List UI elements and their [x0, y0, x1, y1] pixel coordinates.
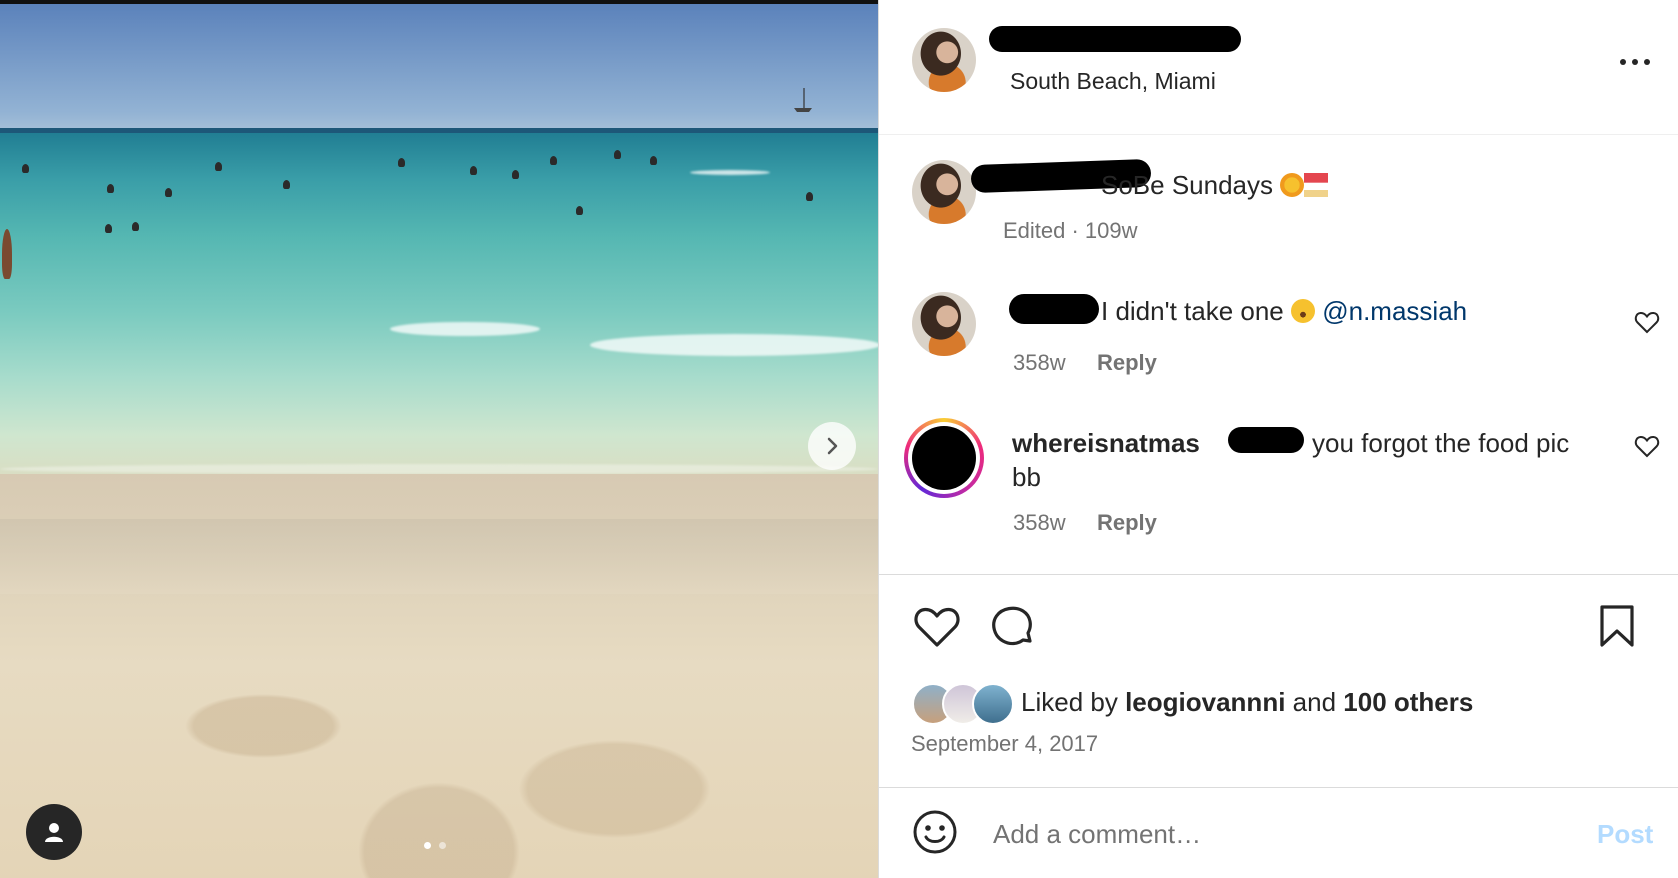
- sailboat-icon: [794, 88, 812, 112]
- photo-horizon: [0, 128, 878, 133]
- comment-age: 358w: [1013, 350, 1066, 375]
- avatar-image: [912, 426, 976, 490]
- photo-swimmer: [398, 158, 405, 167]
- next-photo-button[interactable]: [808, 422, 856, 470]
- photo-sea: [0, 130, 878, 485]
- user-icon: [45, 823, 63, 842]
- photo-wet-sand: [0, 519, 878, 594]
- comment-bubble-icon[interactable]: [987, 601, 1037, 651]
- reply-button[interactable]: Reply: [1097, 510, 1157, 536]
- comment-username[interactable]: whereisnatmas: [1012, 428, 1200, 458]
- post-date[interactable]: September 4, 2017: [911, 731, 1098, 757]
- post-header: South Beach, Miami: [879, 0, 1678, 135]
- carousel-indicator: [424, 842, 446, 849]
- whereisnatmas-avatar[interactable]: [904, 418, 984, 498]
- carousel-dot-active: [424, 842, 431, 849]
- like-heart-icon[interactable]: [912, 601, 962, 651]
- caption-text: SoBe Sundays: [1101, 170, 1329, 201]
- photo-swimmer: [107, 184, 114, 193]
- post-detail-panel: South Beach, Miami SoBe Sundays Edited ·…: [878, 0, 1678, 878]
- photo-swimmer: [470, 166, 477, 175]
- liker-avatar: [972, 683, 1014, 725]
- caption-body: SoBe Sundays: [1101, 170, 1274, 200]
- liked-by-user-link[interactable]: leogiovannni: [1125, 687, 1285, 717]
- photo-swimmer: [806, 192, 813, 201]
- photo-person: [2, 229, 12, 279]
- photo-swimmer: [512, 170, 519, 179]
- beach-umbrella-emoji: [1304, 173, 1329, 197]
- tagged-users-button[interactable]: [26, 804, 82, 860]
- photo-wave: [0, 464, 878, 474]
- comment-text: whereisnatmas: [1012, 428, 1200, 459]
- liker-avatars[interactable]: [912, 683, 1020, 725]
- post-actions: Liked by leogiovannni and 100 others Sep…: [879, 574, 1678, 788]
- photo-swimmer: [22, 164, 29, 173]
- post-comment-button[interactable]: Post: [1597, 819, 1653, 850]
- photo-sky: [0, 4, 878, 132]
- likes-others-link[interactable]: 100 others: [1343, 687, 1473, 717]
- caption-meta: Edited · 109w: [1003, 218, 1138, 243]
- avatar-ring-inner: [908, 422, 980, 494]
- sun-emoji: [1280, 173, 1305, 197]
- liked-by-summary: Liked by leogiovannni and 100 others: [1021, 687, 1473, 718]
- comment-input[interactable]: [991, 811, 1555, 857]
- redacted-mention: [1228, 427, 1304, 453]
- like-comment-heart-icon[interactable]: [1634, 434, 1660, 458]
- emoji-picker-icon[interactable]: [912, 809, 958, 855]
- dot: [1632, 59, 1638, 65]
- photo-swimmer: [105, 224, 112, 233]
- redacted-username: [1009, 294, 1099, 324]
- author-avatar[interactable]: [912, 28, 976, 92]
- comment-body: I didn't take one: [1101, 296, 1284, 326]
- photo-swimmer: [650, 156, 657, 165]
- comment-age: 358w: [1013, 510, 1066, 535]
- liked-by-connector: and: [1292, 687, 1337, 717]
- dot: [1644, 59, 1650, 65]
- more-options-button[interactable]: [1611, 48, 1659, 76]
- photo-swimmer: [576, 206, 583, 215]
- more-horizontal-icon: [1620, 59, 1626, 65]
- post-location[interactable]: South Beach, Miami: [1010, 68, 1216, 95]
- photo-wave: [690, 170, 770, 175]
- photo-swimmer: [215, 162, 222, 171]
- post-media: [0, 0, 878, 878]
- photo-swimmer: [614, 150, 621, 159]
- reply-button[interactable]: Reply: [1097, 350, 1157, 376]
- photo-swimmer: [132, 222, 139, 231]
- photo-swimmer: [550, 156, 557, 165]
- comment-body-line1: you forgot the food pic: [1312, 428, 1570, 458]
- comment-body-line2: bb: [1012, 462, 1041, 492]
- chevron-right-icon: [827, 437, 838, 455]
- comment-text: I didn't take one @n.massiah: [1101, 296, 1467, 327]
- comment-composer: Post: [879, 787, 1678, 878]
- caption-author-avatar[interactable]: [912, 160, 976, 224]
- photo-swimmer: [165, 188, 172, 197]
- photo-wave: [390, 322, 540, 336]
- liked-by-prefix: Liked by: [1021, 687, 1118, 717]
- commenter-avatar[interactable]: [912, 292, 976, 356]
- carousel-dot: [439, 842, 446, 849]
- comment-mention-link[interactable]: @n.massiah: [1322, 296, 1467, 326]
- photo-wave: [590, 334, 878, 356]
- weary-face-emoji: [1291, 299, 1315, 323]
- like-comment-heart-icon[interactable]: [1634, 310, 1660, 334]
- photo-swimmer: [283, 180, 290, 189]
- save-bookmark-icon[interactable]: [1592, 601, 1642, 651]
- redacted-username: [989, 26, 1241, 52]
